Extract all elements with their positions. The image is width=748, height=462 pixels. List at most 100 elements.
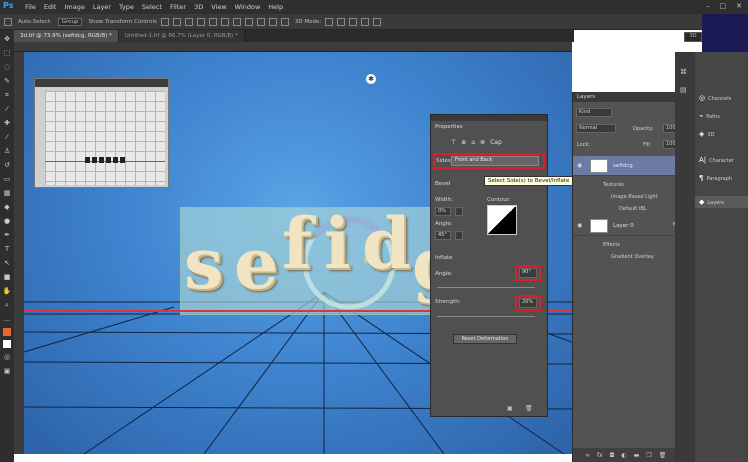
healing-tool-icon[interactable]: ✚ <box>2 118 12 128</box>
align-middle-icon[interactable] <box>172 17 181 26</box>
delete-layer-icon[interactable]: 🗑 <box>659 452 667 459</box>
crop-tool-icon[interactable]: ⌗ <box>2 90 12 100</box>
new-layer-icon[interactable]: ❐ <box>646 452 651 459</box>
bevel-angle-field[interactable]: 45° <box>435 231 451 240</box>
cap-icon[interactable]: ⌂ <box>471 139 475 146</box>
inflate-angle-slider[interactable] <box>437 287 535 288</box>
quick-select-tool-icon[interactable]: ✎ <box>2 76 12 86</box>
reset-deformation-button[interactable]: Reset Deformation <box>453 334 517 344</box>
bevel-width-stepper[interactable] <box>455 207 463 216</box>
bevel-angle-stepper[interactable] <box>455 231 463 240</box>
history-icon[interactable]: ⌘ <box>680 68 687 76</box>
foreground-color-swatch[interactable] <box>3 328 11 336</box>
letter-s[interactable]: s <box>184 222 223 305</box>
shape-tool-icon[interactable]: ■ <box>2 272 12 282</box>
roll-icon[interactable] <box>337 17 346 26</box>
align-right-icon[interactable] <box>220 17 229 26</box>
letter-f[interactable]: f <box>282 202 312 285</box>
stamp-tool-icon[interactable]: ♙ <box>2 146 12 156</box>
default-ibl-item[interactable]: Default IBL <box>619 206 647 212</box>
coordinates-icon[interactable]: ⊗ <box>480 139 485 146</box>
image-based-light-item[interactable]: Image Based Light <box>611 194 658 200</box>
screen-mode-icon[interactable]: ▣ <box>2 366 12 376</box>
tab-3d[interactable]: 3d.tif @ 73.9% (sefidcg, RGB/8) * <box>14 30 119 42</box>
distribute-left-icon[interactable] <box>268 17 277 26</box>
blur-tool-icon[interactable]: ◆ <box>2 202 12 212</box>
quick-mask-icon[interactable]: ◎ <box>2 352 12 362</box>
contour-picker[interactable] <box>487 205 517 235</box>
menu-window[interactable]: Window <box>235 3 261 11</box>
inflate-strength-field[interactable]: 20% <box>519 298 537 308</box>
slide-icon[interactable] <box>361 17 370 26</box>
trash-icon[interactable]: 🗑 <box>525 405 533 412</box>
menu-edit[interactable]: Edit <box>44 3 57 11</box>
menu-image[interactable]: Image <box>64 3 84 11</box>
menu-layer[interactable]: Layer <box>93 3 111 11</box>
letter-e[interactable]: e <box>234 222 279 305</box>
dock-character[interactable]: A| Character <box>699 156 734 164</box>
link-layers-icon[interactable]: ∞ <box>585 452 590 459</box>
gradient-overlay-item[interactable]: Gradient Overlay <box>611 254 654 260</box>
menu-help[interactable]: Help <box>268 3 283 11</box>
history-brush-tool-icon[interactable]: ↺ <box>2 160 12 170</box>
auto-select-dropdown[interactable]: Group <box>57 17 83 26</box>
dock-paths[interactable]: ⌁ Paths <box>699 112 720 120</box>
dock-3d[interactable]: ◈ 3D <box>699 130 714 138</box>
scale-icon[interactable] <box>373 17 382 26</box>
menu-3d[interactable]: 3D <box>194 3 203 11</box>
type-tool-icon[interactable]: T <box>2 244 12 254</box>
tab-untitled[interactable]: Untitled-1.tif @ 66.7% (Layer 0, RGB/8) … <box>118 30 245 42</box>
maximize-button[interactable]: □ <box>720 2 727 10</box>
inflate-angle-field[interactable]: 90° <box>519 268 537 278</box>
bevel-width-field[interactable]: 0% <box>435 207 451 216</box>
close-button[interactable]: ✕ <box>736 2 742 10</box>
align-bottom-icon[interactable] <box>184 17 193 26</box>
render-icon[interactable]: ▣ <box>507 405 513 412</box>
align-left-icon[interactable] <box>196 17 205 26</box>
visibility-eye-icon[interactable]: ◉ <box>577 222 582 229</box>
move-tool-icon[interactable]: ✥ <box>2 34 12 44</box>
letter-i[interactable]: i <box>324 202 351 285</box>
dock-layers[interactable]: ◆ Layers <box>695 196 748 208</box>
dock-channels[interactable]: ◎ Channels <box>699 94 731 102</box>
sides-select[interactable]: Front and Back <box>451 156 539 166</box>
path-select-tool-icon[interactable]: ↖ <box>2 258 12 268</box>
eyedropper-tool-icon[interactable]: ⁄ <box>2 104 12 114</box>
properties-panel-header[interactable] <box>431 115 547 121</box>
show-transform-checkbox[interactable]: Show Transform Controls <box>88 19 156 25</box>
3d-axis-widget-icon[interactable]: ✱ <box>366 74 376 84</box>
letter-d[interactable]: d <box>362 202 411 285</box>
more-tools-icon[interactable]: … <box>2 314 12 324</box>
align-top-icon[interactable] <box>160 17 169 26</box>
horizontal-ruler[interactable] <box>14 42 572 52</box>
vertical-ruler[interactable] <box>14 52 24 454</box>
menu-file[interactable]: File <box>25 3 36 11</box>
hand-tool-icon[interactable]: ✋ <box>2 286 12 296</box>
orbit-icon[interactable] <box>325 17 334 26</box>
lasso-tool-icon[interactable]: ◌ <box>2 62 12 72</box>
textures-item[interactable]: Textures <box>603 182 624 188</box>
secondary-view-header[interactable] <box>35 79 168 87</box>
mesh-icon[interactable]: ⊤ <box>451 139 456 146</box>
blend-mode-select[interactable]: Normal <box>576 124 616 133</box>
marquee-tool-icon[interactable]: ⬚ <box>2 48 12 58</box>
dodge-tool-icon[interactable]: ● <box>2 216 12 226</box>
distribute-top-icon[interactable] <box>232 17 241 26</box>
pen-tool-icon[interactable]: ✒ <box>2 230 12 240</box>
deform-icon[interactable]: ⊕ <box>461 139 466 146</box>
dock-paragraph[interactable]: ¶ Paragraph <box>699 174 732 182</box>
move-tool-icon[interactable] <box>4 17 12 26</box>
gradient-tool-icon[interactable]: ▦ <box>2 188 12 198</box>
brush-tool-icon[interactable]: ⁄ <box>2 132 12 142</box>
eraser-tool-icon[interactable]: ▭ <box>2 174 12 184</box>
new-group-icon[interactable]: ▬ <box>634 452 640 459</box>
auto-select-checkbox[interactable]: Auto-Select: <box>18 19 52 25</box>
workspace-select[interactable]: 3D <box>684 32 702 42</box>
minimize-button[interactable]: – <box>706 2 710 10</box>
layer-filter-kind[interactable]: Kind <box>576 108 612 117</box>
menu-type[interactable]: Type <box>119 3 134 11</box>
inflate-strength-slider[interactable] <box>437 316 535 317</box>
distribute-middle-icon[interactable] <box>244 17 253 26</box>
drag-icon[interactable] <box>349 17 358 26</box>
distribute-bottom-icon[interactable] <box>256 17 265 26</box>
